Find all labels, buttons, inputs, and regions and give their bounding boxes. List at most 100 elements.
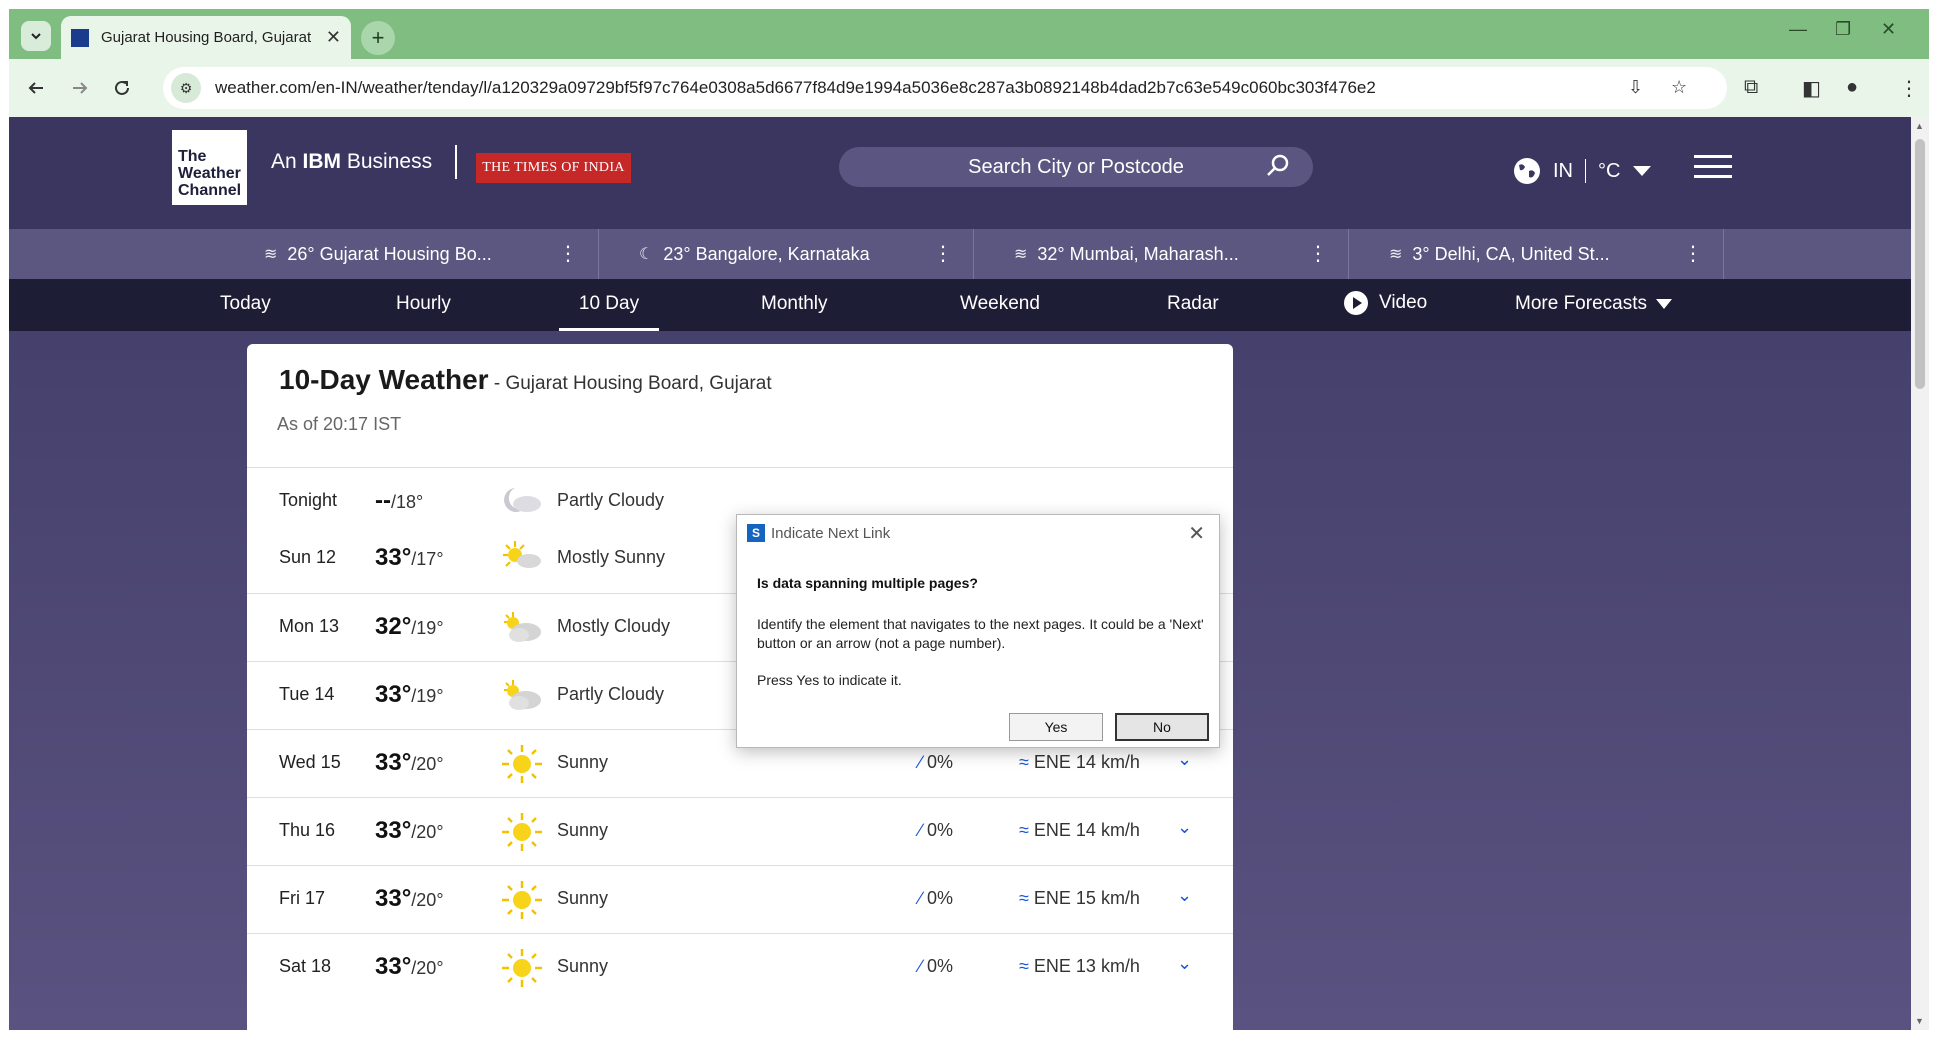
wind-value: ENE 15 km/h (1033, 888, 1140, 908)
forecast-row[interactable]: Sat 18 33°/20° Sunny ∕ 0% ≈ ENE 13 km/h ⌄ (247, 933, 1233, 1001)
precip-value: 0% (927, 820, 954, 840)
times-of-india-logo[interactable]: THE TIMES OF INDIA (476, 153, 631, 183)
no-button[interactable]: No (1115, 713, 1209, 741)
country-code: IN (1553, 159, 1573, 182)
more-options-icon[interactable]: ⋮ (1683, 241, 1703, 266)
browser-tab[interactable]: Gujarat Housing Board, Gujarat ✕ (61, 16, 351, 59)
nav-10-day[interactable]: 10 Day (559, 293, 659, 331)
saved-locations-bar: ≋ 26° Gujarat Housing Bo... ⋮ ☾ 23° Bang… (9, 229, 1911, 279)
site-header: The Weather Channel An IBM Business THE … (9, 117, 1911, 229)
forecast-low: /18° (390, 492, 424, 512)
close-icon[interactable]: ✕ (1188, 521, 1205, 546)
search-icon[interactable] (1265, 153, 1291, 179)
forecast-day: Sun 12 (279, 547, 337, 567)
more-options-icon[interactable]: ⋮ (558, 241, 578, 266)
install-app-icon[interactable]: ⇩ (1628, 77, 1643, 98)
restore-icon[interactable]: ❐ (1835, 19, 1851, 40)
forecast-row[interactable]: Thu 16 33°/20° Sunny ∕ 0% ≈ ENE 14 km/h ⌄ (247, 797, 1233, 865)
site-info-icon[interactable]: ⚙ (171, 73, 201, 103)
side-panel-icon[interactable]: ◧ (1802, 76, 1821, 101)
nav-monthly[interactable]: Monthly (761, 293, 828, 315)
tab-search-button[interactable] (21, 21, 51, 51)
sun-cloud-icon (501, 539, 543, 579)
page-scrollbar[interactable]: ▲ ▼ (1911, 117, 1929, 1030)
chevron-down-icon (31, 33, 41, 40)
forecast-condition: Sunny (557, 888, 609, 908)
dialog-instruction: Press Yes to indicate it. (757, 672, 902, 688)
reload-button[interactable] (107, 73, 137, 103)
moon-cloud-icon: ☾ (639, 246, 654, 263)
forecast-temp: 33°/20° (375, 749, 444, 777)
nav-more-label: More Forecasts (1515, 293, 1647, 314)
saved-location-4[interactable]: ≋ 3° Delhi, CA, United St... ⋮ (1349, 229, 1724, 279)
wind-icon: ≈ (1019, 820, 1029, 840)
nav-video[interactable]: Video (1343, 290, 1427, 316)
saved-location-3[interactable]: ≋ 32° Mumbai, Maharash... ⋮ (974, 229, 1349, 279)
address-bar[interactable]: ⚙ weather.com/en-IN/weather/tenday/l/a12… (163, 67, 1727, 109)
forecast-row[interactable]: Fri 17 33°/20° Sunny ∕ 0% ≈ ENE 15 km/h ⌄ (247, 865, 1233, 933)
dialog-body: Identify the element that navigates to t… (757, 616, 1204, 651)
wind-value: ENE 14 km/h (1033, 820, 1140, 840)
weather-channel-logo[interactable]: The Weather Channel (172, 130, 247, 205)
saved-location-label: 3° Delhi, CA, United St... (1412, 243, 1610, 264)
minimize-icon[interactable]: — (1789, 19, 1807, 40)
forecast-low: /20° (411, 890, 444, 910)
sun-icon (501, 812, 543, 852)
profile-avatar-icon[interactable]: ● (1846, 76, 1858, 99)
precip-value: 0% (927, 956, 954, 976)
back-button[interactable] (21, 73, 51, 103)
browser-window: Gujarat Housing Board, Gujarat ✕ + — ❐ ✕… (9, 9, 1929, 1030)
forecast-low: /20° (411, 754, 444, 774)
forecast-day: Fri 17 (279, 888, 326, 908)
chevron-down-icon[interactable]: ⌄ (1177, 885, 1192, 906)
raindrop-icon: ∕ (919, 820, 923, 840)
nav-hourly[interactable]: Hourly (396, 293, 451, 315)
forecast-high: 33° (375, 681, 412, 708)
yes-button[interactable]: Yes (1009, 713, 1103, 741)
indicate-next-link-dialog: S Indicate Next Link ✕ Is data spanning … (736, 514, 1220, 748)
search-input[interactable]: Search City or Postcode (839, 147, 1313, 187)
chevron-down-icon[interactable]: ⌄ (1177, 749, 1192, 770)
forward-button[interactable] (65, 73, 95, 103)
forecast-day: Mon 13 (279, 616, 340, 636)
extensions-icon[interactable]: ⧉ (1744, 76, 1758, 99)
saved-location-1[interactable]: ≋ 26° Gujarat Housing Bo... ⋮ (224, 229, 599, 279)
forecast-condition: Sunny (557, 752, 609, 772)
browser-menu-icon[interactable]: ⋮ (1899, 76, 1919, 101)
precip-chance: ∕ 0% (919, 888, 953, 909)
bookmark-star-icon[interactable]: ☆ (1671, 77, 1687, 98)
nav-today[interactable]: Today (220, 293, 271, 315)
saved-location-label: 26° Gujarat Housing Bo... (287, 243, 492, 264)
forecast-condition: Mostly Sunny (557, 547, 666, 567)
forecast-low: /17° (411, 549, 444, 569)
menu-hamburger-icon[interactable] (1694, 155, 1732, 179)
precip-chance: ∕ 0% (919, 956, 953, 977)
chevron-down-icon[interactable]: ⌄ (1177, 817, 1192, 838)
forecast-day: Wed 15 (279, 752, 341, 772)
nav-weekend[interactable]: Weekend (960, 293, 1040, 315)
scroll-down-icon[interactable]: ▼ (1915, 1016, 1924, 1026)
precip-chance: ∕ 0% (919, 820, 953, 841)
forecast-temp: 33°/17° (375, 544, 444, 572)
url-text: weather.com/en-IN/weather/tenday/l/a1203… (215, 78, 1376, 97)
scroll-up-icon[interactable]: ▲ (1915, 121, 1924, 131)
close-tab-icon[interactable]: ✕ (326, 27, 341, 48)
scrollbar-thumb[interactable] (1915, 139, 1925, 389)
dialog-question: Is data spanning multiple pages? (757, 575, 978, 591)
more-options-icon[interactable]: ⋮ (1308, 241, 1328, 266)
chevron-down-icon[interactable]: ⌄ (1177, 953, 1192, 974)
forecast-day: Thu 16 (279, 820, 336, 840)
nav-more-forecasts[interactable]: More Forecasts (1515, 293, 1673, 315)
new-tab-button[interactable]: + (361, 21, 395, 55)
forecast-temp: 33°/20° (375, 885, 444, 913)
forecast-low: /19° (411, 686, 444, 706)
locale-divider (1585, 159, 1586, 183)
cloud-sun-icon (501, 676, 543, 716)
raindrop-icon: ∕ (919, 888, 923, 908)
nav-radar[interactable]: Radar (1167, 293, 1219, 315)
close-window-icon[interactable]: ✕ (1881, 19, 1896, 40)
saved-location-2[interactable]: ☾ 23° Bangalore, Karnataka ⋮ (599, 229, 974, 279)
locale-selector[interactable]: IN °C (1513, 157, 1652, 185)
raindrop-icon: ∕ (919, 752, 923, 772)
more-options-icon[interactable]: ⋮ (933, 241, 953, 266)
